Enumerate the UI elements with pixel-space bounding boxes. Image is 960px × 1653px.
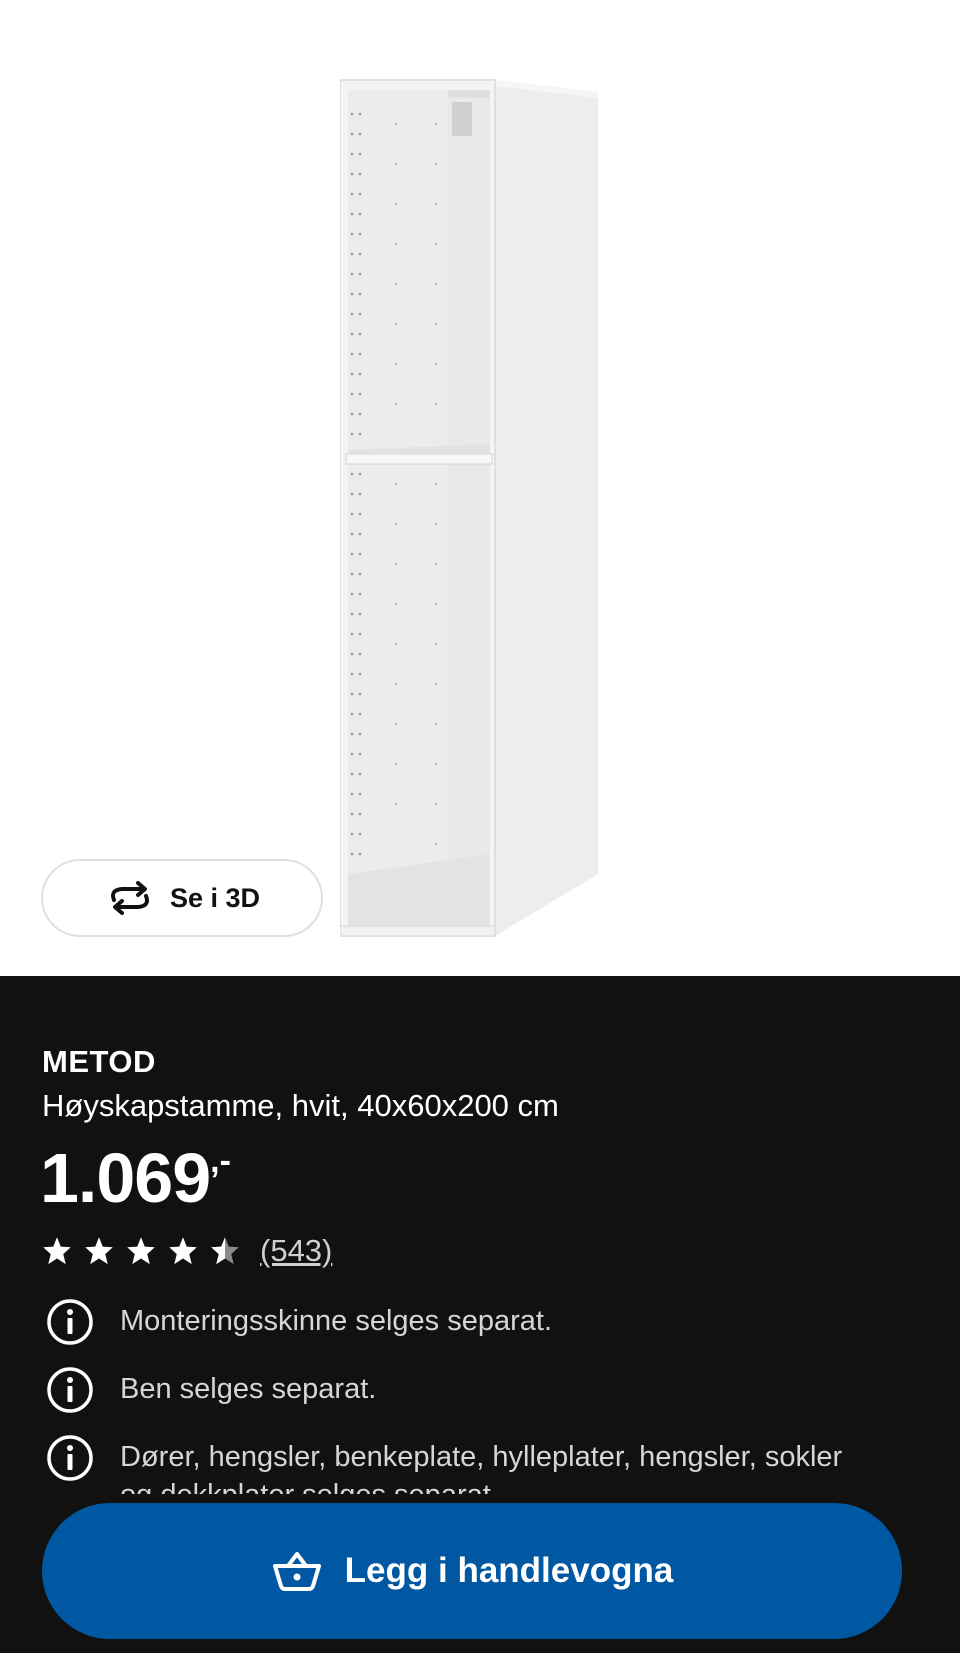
info-icon	[47, 1435, 93, 1481]
info-note: Dører, hengsler, benkeplate, hylleplater…	[46, 1434, 880, 1494]
basket-icon	[272, 1552, 321, 1591]
info-icon	[47, 1299, 93, 1345]
info-note-text: Monteringsskinne selges separat.	[120, 1305, 553, 1337]
star-icon	[43, 1237, 71, 1265]
star-rating	[42, 1236, 240, 1266]
star-icon	[169, 1237, 197, 1265]
add-to-cart-button[interactable]: Legg i handlevogna	[42, 1503, 902, 1639]
half-star-icon	[211, 1237, 239, 1265]
rating-row: (543)	[42, 1233, 332, 1269]
review-count-link[interactable]: (543)	[260, 1233, 332, 1269]
product-brand: METOD	[42, 1044, 156, 1079]
view-3d-button[interactable]: Se i 3D	[41, 859, 323, 937]
star-icon	[85, 1237, 113, 1265]
price-suffix: ,-	[210, 1142, 231, 1180]
product-price: 1.069 ,-	[40, 1138, 231, 1218]
price-amount: 1.069	[40, 1139, 211, 1217]
product-image-area: Se i 3D	[0, 0, 960, 976]
info-note-text: Dører, hengsler, benkeplate, hylleplater…	[120, 1441, 843, 1494]
product-image	[340, 79, 598, 937]
product-description: Høyskapstamme, hvit, 40x60x200 cm	[42, 1088, 559, 1123]
info-note: Ben selges separat.	[46, 1366, 880, 1414]
add-to-cart-label: Legg i handlevogna	[344, 1551, 674, 1590]
view-3d-label: Se i 3D	[169, 882, 261, 913]
star-icon	[127, 1237, 155, 1265]
info-note: Monteringsskinne selges separat.	[46, 1298, 880, 1346]
info-icon	[47, 1367, 93, 1413]
info-note-text: Ben selges separat.	[120, 1373, 377, 1405]
rotate-arrows-icon	[110, 881, 149, 915]
